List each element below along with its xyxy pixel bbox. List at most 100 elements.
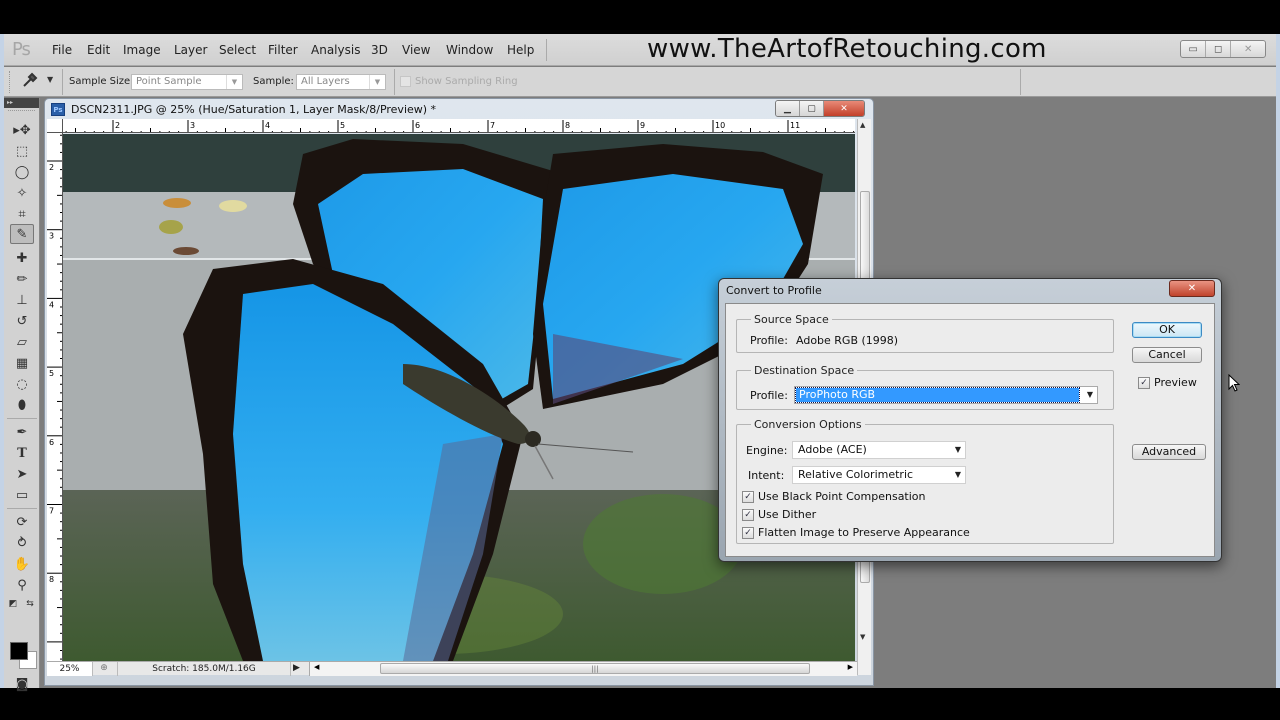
scroll-left-arrow[interactable]: ◀ xyxy=(314,663,319,671)
ruler-label: 6 xyxy=(49,438,54,447)
dialog-close-button[interactable]: ✕ xyxy=(1169,280,1215,297)
menu-help[interactable]: Help xyxy=(507,43,534,57)
ruler-ticks: 2 3 4 5 6 7 8 9 10 11 xyxy=(65,120,855,132)
quick-mask-icon: ◙ xyxy=(15,676,29,692)
scroll-down-arrow[interactable]: ▼ xyxy=(860,633,865,641)
destination-profile-select[interactable]: ProPhoto RGB ▼ xyxy=(794,386,1098,404)
clone-stamp-tool[interactable]: ⊥ xyxy=(10,290,34,310)
menu-view[interactable]: View xyxy=(402,43,430,57)
flatten-image-checkbox[interactable]: ✓ Flatten Image to Preserve Appearance xyxy=(742,526,970,539)
menu-window[interactable]: Window xyxy=(446,43,493,57)
zoom-preview-icon[interactable]: ⊕ xyxy=(97,663,111,675)
menu-image[interactable]: Image xyxy=(123,43,161,57)
ruler-label: 5 xyxy=(49,369,54,378)
zoom-tool[interactable]: ⚲ xyxy=(10,575,34,595)
quick-selection-tool[interactable]: ✧ xyxy=(10,183,34,203)
brush-icon: ✏ xyxy=(16,271,28,287)
3d-rotate-tool[interactable]: ⟳ xyxy=(10,512,34,532)
scroll-right-arrow[interactable]: ▶ xyxy=(848,663,853,671)
hand-tool[interactable]: ✋ xyxy=(10,554,34,574)
preview-checkbox[interactable]: ✓ Preview xyxy=(1138,376,1197,389)
toolbox-grip[interactable] xyxy=(8,110,35,116)
horizontal-ruler[interactable]: 2 3 4 5 6 7 8 9 10 11 xyxy=(63,119,855,133)
move-tool[interactable]: ▸✥ xyxy=(10,120,34,140)
destination-space-legend: Destination Space xyxy=(754,364,855,377)
flatten-image-label: Flatten Image to Preserve Appearance xyxy=(758,526,970,539)
doc-maximize-button[interactable]: ▢ xyxy=(800,101,824,116)
intent-select[interactable]: Relative Colorimetric ▼ xyxy=(792,466,966,484)
path-selection-tool[interactable]: ➤ xyxy=(10,464,34,484)
menu-3d[interactable]: 3D xyxy=(371,43,388,57)
rectangle-icon: ▭ xyxy=(15,487,29,503)
doc-close-button[interactable]: ✕ xyxy=(824,101,864,116)
type-icon: T xyxy=(17,445,27,461)
menu-analysis[interactable]: Analysis xyxy=(311,43,360,57)
document-title: DSCN2311.JPG @ 25% (Hue/Saturation 1, La… xyxy=(71,103,437,116)
black-point-compensation-checkbox[interactable]: ✓ Use Black Point Compensation xyxy=(742,490,926,503)
ruler-origin[interactable] xyxy=(47,119,63,133)
eraser-tool[interactable]: ▱ xyxy=(10,332,34,352)
horizontal-scroll-thumb[interactable]: ||| xyxy=(380,663,810,674)
close-button[interactable]: ✕ xyxy=(1231,41,1265,57)
menu-edit[interactable]: Edit xyxy=(87,43,110,57)
marquee-tool[interactable]: ⬚ xyxy=(10,141,34,161)
history-brush-tool[interactable]: ↺ xyxy=(10,311,34,331)
3d-orbit-tool[interactable]: ⥁ xyxy=(10,533,34,553)
ruler-label: 7 xyxy=(49,507,54,516)
ruler-label: 2 xyxy=(115,121,120,130)
intent-label: Intent: xyxy=(748,469,785,482)
tool-preset-picker[interactable]: ▼ xyxy=(22,72,56,92)
shape-tool[interactable]: ▭ xyxy=(10,485,34,505)
default-colors-button[interactable]: ◩ xyxy=(6,594,20,614)
source-space-group: Source Space xyxy=(736,313,1114,353)
blur-tool[interactable]: ◌ xyxy=(10,374,34,394)
zoom-level-field[interactable]: 25% xyxy=(47,662,93,676)
sample-select[interactable]: All Layers ▼ xyxy=(296,74,386,90)
checkbox-checked-icon: ✓ xyxy=(742,526,754,539)
black-point-compensation-label: Use Black Point Compensation xyxy=(758,490,926,503)
preview-label: Preview xyxy=(1154,376,1197,389)
healing-brush-tool[interactable]: ✚ xyxy=(10,248,34,268)
sample-size-select[interactable]: Point Sample ▼ xyxy=(131,74,243,90)
horizontal-scrollbar[interactable]: ◀ ||| ▶ xyxy=(309,662,857,676)
toolbox-collapse-button[interactable]: ▸▸ xyxy=(4,98,39,108)
show-sampling-ring-checkbox[interactable]: Show Sampling Ring xyxy=(400,76,518,87)
brush-tool[interactable]: ✏ xyxy=(10,269,34,289)
cancel-button[interactable]: Cancel xyxy=(1132,347,1202,363)
menu-select[interactable]: Select xyxy=(219,43,256,57)
dodge-tool[interactable]: ⬮ xyxy=(10,395,34,415)
restore-button[interactable]: ◻ xyxy=(1206,41,1232,57)
ruler-ticks: 2 3 4 5 6 7 8 xyxy=(47,134,62,660)
quick-mask-button[interactable]: ◙ xyxy=(10,674,34,694)
menu-file[interactable]: File xyxy=(52,43,72,57)
doc-minimize-button[interactable]: ▁ xyxy=(776,101,800,116)
status-menu-arrow[interactable]: ▶ xyxy=(293,663,300,673)
type-tool[interactable]: T xyxy=(10,443,34,463)
use-dither-checkbox[interactable]: ✓ Use Dither xyxy=(742,508,816,521)
ok-button[interactable]: OK xyxy=(1132,322,1202,338)
vertical-ruler[interactable]: 2 3 4 5 6 7 8 xyxy=(47,133,63,661)
options-bar-grip[interactable] xyxy=(9,71,12,93)
engine-select[interactable]: Adobe (ACE) ▼ xyxy=(792,441,966,459)
foreground-color-swatch[interactable] xyxy=(10,642,28,660)
ruler-label: 8 xyxy=(565,121,570,130)
toolbox-separator xyxy=(7,508,37,509)
minimize-button[interactable]: ▭ xyxy=(1181,41,1207,57)
dialog-body: Source Space Profile: Adobe RGB (1998) D… xyxy=(725,303,1215,557)
show-sampling-ring-label: Show Sampling Ring xyxy=(415,76,518,87)
lasso-tool[interactable]: ◯ xyxy=(10,162,34,182)
mouse-pointer-icon xyxy=(1228,373,1241,392)
crop-tool[interactable]: ⌗ xyxy=(10,204,34,224)
pen-tool[interactable]: ✒ xyxy=(10,422,34,442)
menu-filter[interactable]: Filter xyxy=(268,43,298,57)
eyedropper-tool[interactable]: ✎ xyxy=(10,224,34,244)
options-separator xyxy=(394,69,395,95)
advanced-button[interactable]: Advanced xyxy=(1132,444,1206,460)
scroll-up-arrow[interactable]: ▲ xyxy=(860,121,865,129)
menu-layer[interactable]: Layer xyxy=(174,43,207,57)
history-brush-icon: ↺ xyxy=(16,313,28,329)
ruler-label: 7 xyxy=(490,121,495,130)
swap-colors-button[interactable]: ⇆ xyxy=(23,594,37,614)
watermark-text: www.TheArtofRetouching.com xyxy=(647,34,1047,64)
gradient-tool[interactable]: ▦ xyxy=(10,353,34,373)
